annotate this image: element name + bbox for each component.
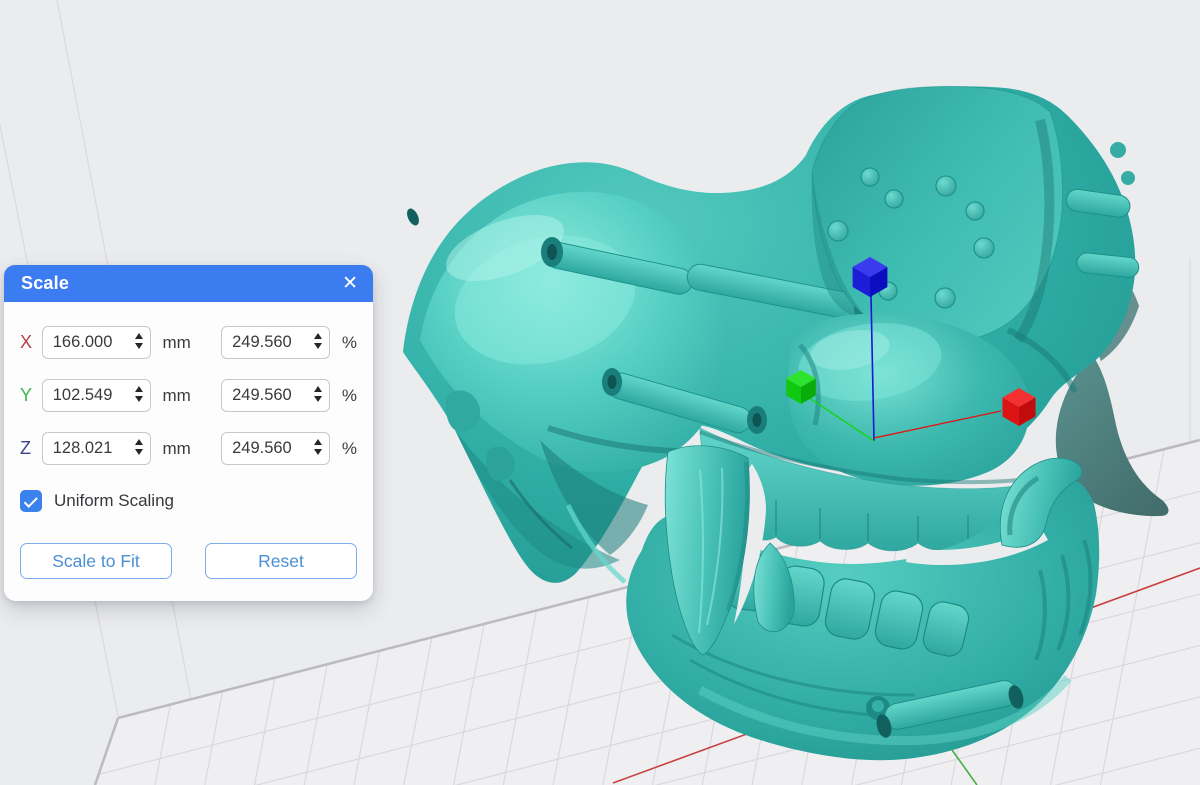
z-percent-unit: %	[342, 439, 357, 459]
spinner-down-icon[interactable]	[314, 343, 322, 349]
reset-button[interactable]: Reset	[205, 543, 357, 579]
axis-x-label: X	[20, 332, 42, 353]
chin-divot-inner	[872, 700, 884, 712]
axis-z-label: Z	[20, 438, 42, 459]
x-scale-handle[interactable]	[999, 387, 1039, 427]
uniform-scaling-row: Uniform Scaling	[20, 490, 357, 512]
spinner-up-icon[interactable]	[314, 386, 322, 392]
x-percent-spinbox	[221, 326, 330, 359]
uniform-scaling-label: Uniform Scaling	[54, 491, 174, 511]
scale-to-fit-button[interactable]: Scale to Fit	[20, 543, 172, 579]
spinner-down-icon[interactable]	[314, 449, 322, 455]
close-icon[interactable]: ✕	[342, 274, 358, 293]
spinner-up-icon[interactable]	[135, 333, 143, 339]
x-mm-unit: mm	[163, 333, 200, 353]
scale-dialog-body: X mm % Y mm %	[4, 302, 373, 601]
uniform-scaling-checkbox[interactable]	[20, 490, 42, 512]
dialog-buttons: Scale to Fit Reset	[20, 543, 357, 579]
spinner-down-icon[interactable]	[135, 396, 143, 402]
spinner-up-icon[interactable]	[135, 439, 143, 445]
checkmark-icon	[23, 493, 37, 507]
spinner-up-icon[interactable]	[314, 439, 322, 445]
y-scale-handle[interactable]	[781, 367, 821, 407]
y-percent-unit: %	[342, 386, 357, 406]
spinner-up-icon[interactable]	[314, 333, 322, 339]
y-mm-spinbox	[42, 379, 151, 412]
dialog-title: Scale	[21, 273, 69, 294]
spinner-up-icon[interactable]	[135, 386, 143, 392]
spinner-down-icon[interactable]	[135, 449, 143, 455]
scale-row-z: Z mm %	[20, 432, 357, 465]
spinner-down-icon[interactable]	[135, 343, 143, 349]
scale-row-y: Y mm %	[20, 379, 357, 412]
z-scale-handle[interactable]	[850, 257, 890, 297]
x-mm-spinbox	[42, 326, 151, 359]
y-mm-unit: mm	[163, 386, 200, 406]
scale-dialog: Scale ✕ X mm % Y mm	[4, 265, 373, 601]
z-percent-spinbox	[221, 432, 330, 465]
scale-dialog-titlebar[interactable]: Scale ✕	[4, 265, 373, 302]
axis-y-label: Y	[20, 385, 42, 406]
x-percent-unit: %	[342, 333, 357, 353]
spinner-down-icon[interactable]	[314, 396, 322, 402]
y-percent-spinbox	[221, 379, 330, 412]
z-mm-spinbox	[42, 432, 151, 465]
scale-row-x: X mm %	[20, 326, 357, 359]
z-mm-unit: mm	[163, 439, 200, 459]
